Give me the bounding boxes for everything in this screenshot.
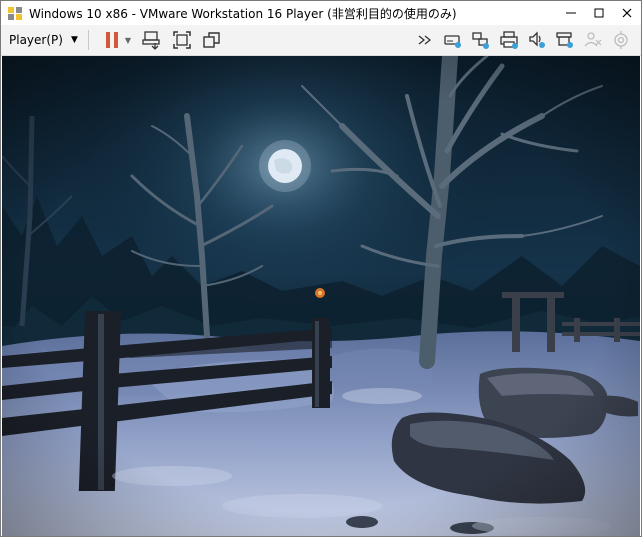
vmware-app-icon bbox=[7, 5, 23, 21]
more-button[interactable] bbox=[413, 28, 437, 52]
player-menu-button[interactable]: Player(P) ▼ bbox=[9, 33, 78, 47]
pause-dropdown-icon[interactable]: ▼ bbox=[125, 36, 131, 45]
sound-card-icon bbox=[529, 31, 545, 48]
maximize-icon bbox=[594, 8, 604, 18]
removable-device-icon bbox=[444, 35, 461, 48]
user-disabled-icon bbox=[584, 32, 602, 47]
player-toolbar: Player(P) ▼ ▼ bbox=[1, 25, 641, 56]
window-controls bbox=[557, 1, 641, 25]
close-button[interactable] bbox=[613, 1, 641, 25]
pause-button[interactable] bbox=[100, 28, 124, 52]
window-title: Windows 10 x86 - VMware Workstation 16 P… bbox=[29, 6, 457, 21]
fit-guest-button[interactable] bbox=[170, 28, 194, 52]
network-adapter-button[interactable] bbox=[469, 28, 493, 52]
close-icon bbox=[622, 8, 632, 18]
pause-icon bbox=[105, 32, 118, 48]
player-menu-label: Player(P) bbox=[9, 33, 63, 47]
send-ctrl-alt-del-button[interactable] bbox=[140, 28, 164, 52]
printer-icon bbox=[500, 31, 518, 49]
usb-controller-icon bbox=[556, 32, 573, 48]
user-disabled-button bbox=[581, 28, 605, 52]
unity-icon bbox=[203, 32, 220, 48]
send-ctrl-alt-del-icon bbox=[142, 31, 160, 50]
maximize-button[interactable] bbox=[585, 1, 613, 25]
more-icon bbox=[418, 35, 432, 45]
guest-display[interactable] bbox=[2, 56, 640, 536]
removable-device-button[interactable] bbox=[441, 28, 465, 52]
device-toolbar bbox=[411, 28, 635, 52]
settings-disabled-icon bbox=[614, 31, 628, 49]
fit-guest-icon bbox=[173, 31, 191, 49]
sound-card-button[interactable] bbox=[525, 28, 549, 52]
title-bar[interactable]: Windows 10 x86 - VMware Workstation 16 P… bbox=[1, 1, 641, 25]
night-snow-scene bbox=[2, 56, 640, 536]
minimize-icon bbox=[566, 12, 576, 14]
printer-button[interactable] bbox=[497, 28, 521, 52]
toolbar-divider bbox=[87, 30, 89, 50]
minimize-button[interactable] bbox=[557, 1, 585, 25]
settings-disabled-button bbox=[609, 28, 633, 52]
unity-button[interactable] bbox=[200, 28, 224, 52]
usb-controller-button[interactable] bbox=[553, 28, 577, 52]
network-adapter-icon bbox=[472, 32, 489, 49]
vmware-player-window: Windows 10 x86 - VMware Workstation 16 P… bbox=[0, 0, 642, 537]
chevron-down-icon: ▼ bbox=[70, 35, 78, 45]
